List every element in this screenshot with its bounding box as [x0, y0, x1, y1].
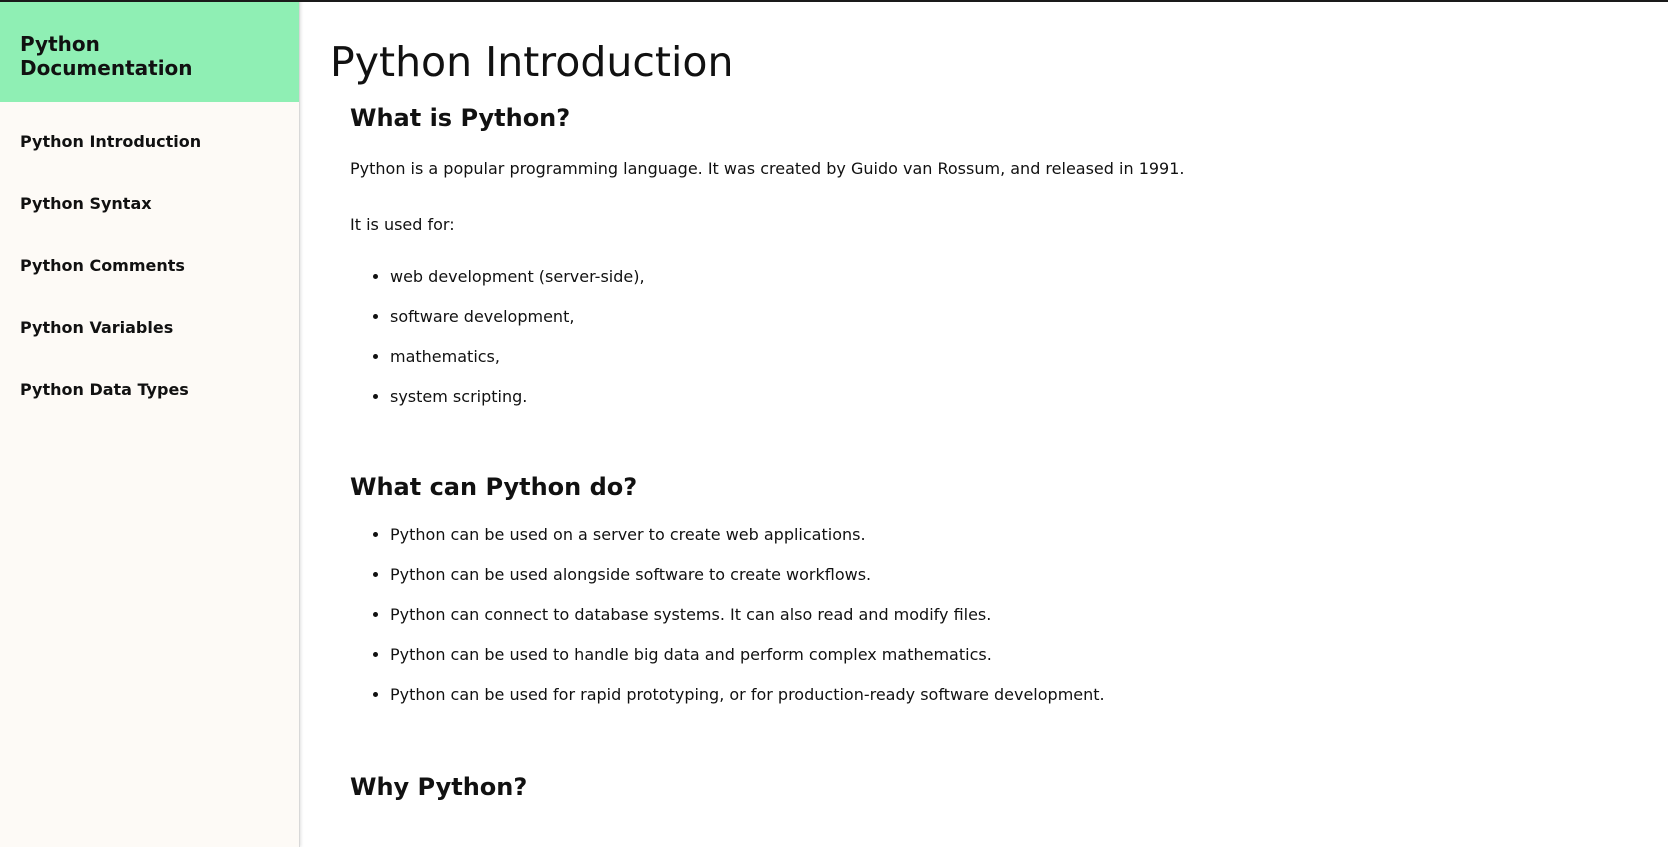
page-title: Python Introduction: [330, 38, 734, 86]
section-what-is-python: What is Python? Python is a popular prog…: [330, 103, 1640, 426]
sidebar-item-python-comments[interactable]: Python Comments: [0, 246, 299, 308]
section-heading: Why Python?: [350, 773, 528, 801]
list-item: system scripting.: [390, 386, 1640, 426]
bullet-list: Python can be used on a server to create…: [350, 524, 1640, 724]
section-what-can-python-do: What can Python do? Python can be used o…: [330, 472, 1640, 724]
section-heading: What is Python?: [350, 104, 571, 132]
list-item: Python can be used alongside software to…: [390, 564, 1640, 604]
section-why-python: Why Python?: [330, 772, 1640, 802]
sidebar-item-label: Python Comments: [20, 255, 185, 275]
sidebar-header: Python Documentation: [0, 0, 299, 102]
sidebar-item-label: Python Syntax: [20, 193, 152, 213]
list-item: software development,: [390, 306, 1640, 346]
sidebar-item-label: Python Introduction: [20, 131, 202, 151]
list-item: web development (server-side),: [390, 266, 1640, 306]
paragraph: Python is a popular programming language…: [350, 159, 1185, 178]
sidebar-item-python-introduction[interactable]: Python Introduction: [0, 122, 299, 184]
sidebar: Python Documentation Python Introduction…: [0, 0, 300, 847]
window-top-border: [0, 0, 1668, 2]
paragraph: It is used for:: [350, 215, 455, 234]
sidebar-item-label: Python Data Types: [20, 379, 189, 399]
bullet-list: web development (server-side), software …: [350, 266, 1640, 426]
sidebar-item-python-data-types[interactable]: Python Data Types: [0, 370, 299, 432]
sidebar-title: Python Documentation: [20, 32, 193, 80]
main-content: Python Introduction What is Python? Pyth…: [330, 0, 1640, 847]
section-heading: What can Python do?: [350, 473, 638, 501]
sidebar-item-python-variables[interactable]: Python Variables: [0, 308, 299, 370]
sidebar-item-label: Python Variables: [20, 317, 174, 337]
sidebar-nav: Python Introduction Python Syntax Python…: [0, 102, 299, 432]
list-item: Python can be used on a server to create…: [390, 524, 1640, 564]
sidebar-item-python-syntax[interactable]: Python Syntax: [0, 184, 299, 246]
list-item: mathematics,: [390, 346, 1640, 386]
list-item: Python can be used to handle big data an…: [390, 644, 1640, 684]
list-item: Python can connect to database systems. …: [390, 604, 1640, 644]
list-item: Python can be used for rapid prototyping…: [390, 684, 1640, 724]
